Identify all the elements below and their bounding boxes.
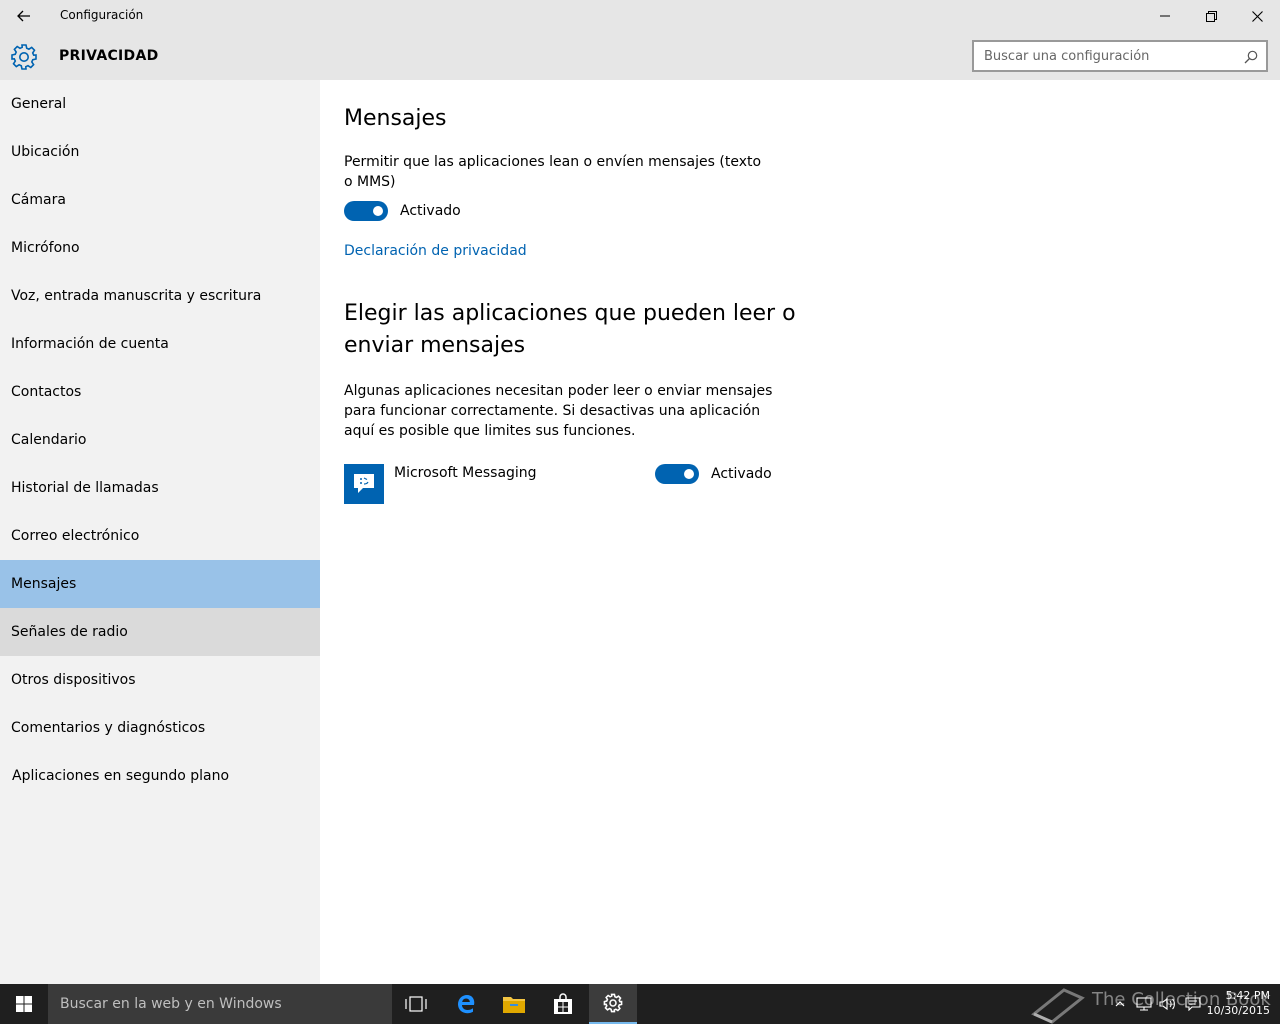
sidebar-item-label: General [11,96,67,112]
show-hidden-icons-button[interactable] [1112,984,1128,1024]
settings-taskbar-button[interactable] [589,984,637,1024]
sidebar-item-mensajes[interactable]: Mensajes [0,560,320,608]
sidebar-nav: General Ubicación Cámara Micrófono Voz, … [0,80,320,984]
search-input[interactable] [974,42,1234,70]
speaker-icon [1159,997,1175,1011]
sidebar-item-label: Contactos [11,384,82,400]
apps-heading: Elegir las aplicaciones que pueden leer … [344,301,796,358]
app-name: Microsoft Messaging [394,465,537,481]
sidebar-item-label: Correo electrónico [11,528,140,544]
edge-icon [458,995,475,1014]
close-button[interactable] [1234,0,1280,32]
windows-logo-icon [16,996,32,1012]
close-icon [1251,10,1263,22]
main-content: Mensajes Permitir que las aplicaciones l… [320,80,1280,984]
sidebar-item-label: Señales de radio [11,624,128,640]
taskbar-search-text: Buscar en la web y en Windows [60,996,282,1012]
sidebar-item-contactos[interactable]: Contactos [0,368,320,416]
sidebar-item-label: Historial de llamadas [11,480,159,496]
start-button[interactable] [0,984,48,1024]
sidebar-item-informacion-cuenta[interactable]: Información de cuenta [0,320,320,368]
back-button[interactable] [0,0,48,32]
toggle-knob [684,469,694,479]
sidebar-item-label: Cámara [11,192,66,208]
sidebar-item-senales-radio[interactable]: Señales de radio [0,608,320,656]
network-button[interactable] [1134,984,1154,1024]
messaging-app-icon [344,464,384,504]
clock-date: 10/30/2015 [1206,1004,1270,1017]
sidebar-item-label: Voz, entrada manuscrita y escritura [11,288,262,304]
page-title: Mensajes [344,106,447,131]
store-bag-icon [554,993,572,1014]
notification-icon [1185,997,1201,1011]
sidebar-item-label: Otros dispositivos [11,672,136,688]
toggle-state-label: Activado [400,203,461,219]
sidebar-item-comentarios[interactable]: Comentarios y diagnósticos [0,704,320,752]
sidebar-item-correo[interactable]: Correo electrónico [0,512,320,560]
task-view-button[interactable] [392,984,440,1024]
gear-icon [11,44,37,70]
task-view-icon [405,996,427,1012]
search-icon[interactable] [1244,50,1258,64]
clock-time: 5:42 PM [1225,989,1270,1002]
sidebar-item-label: Calendario [11,432,87,448]
network-icon [1136,997,1152,1011]
app-toggle-state-label: Activado [711,466,772,482]
restore-button[interactable] [1188,0,1234,32]
sidebar-item-voz[interactable]: Voz, entrada manuscrita y escritura [0,272,320,320]
back-arrow-icon [17,10,30,22]
gear-icon [603,993,623,1013]
sidebar-item-microfono[interactable]: Micrófono [0,224,320,272]
sidebar-item-label: Información de cuenta [11,336,169,352]
file-explorer-button[interactable] [490,984,538,1024]
messages-toggle[interactable] [344,201,388,221]
sidebar-item-ubicacion[interactable]: Ubicación [0,128,320,176]
privacy-statement-link[interactable]: Declaración de privacidad [344,243,527,259]
title-bar: Configuración [0,0,1280,32]
store-button[interactable] [539,984,587,1024]
window-title: Configuración [60,8,144,22]
sidebar-item-label: Ubicación [11,144,80,160]
sidebar-item-historial-llamadas[interactable]: Historial de llamadas [0,464,320,512]
sidebar-item-camara[interactable]: Cámara [0,176,320,224]
book-logo-icon [1031,988,1085,1024]
clock[interactable]: 5:42 PM 10/30/2015 [1207,988,1270,1018]
volume-button[interactable] [1158,984,1178,1024]
sidebar-item-segundo-plano[interactable]: Aplicaciones en segundo plano [0,752,320,800]
message-bubble-icon [354,474,374,493]
minimize-icon [1160,15,1170,17]
sidebar-item-label: Micrófono [11,240,80,256]
action-center-button[interactable] [1183,984,1203,1024]
minimize-button[interactable] [1142,0,1188,32]
restore-icon [1205,10,1217,22]
folder-icon [503,997,525,1013]
sidebar-item-label: Mensajes [11,576,77,592]
settings-search[interactable] [972,40,1268,72]
edge-button[interactable] [442,984,490,1024]
chevron-up-icon [1115,1001,1125,1007]
sidebar-item-otros-dispositivos[interactable]: Otros dispositivos [0,656,320,704]
sidebar-item-calendario[interactable]: Calendario [0,416,320,464]
sidebar-item-general[interactable]: General [0,80,320,128]
toggle-knob [373,206,383,216]
settings-header: PRIVACIDAD [0,32,1280,80]
permission-description: Permitir que las aplicaciones lean o env… [344,154,762,190]
taskbar: Buscar en la web y en Windows The Collec… [0,984,1280,1024]
taskbar-search[interactable]: Buscar en la web y en Windows [48,984,392,1024]
sidebar-item-label: Aplicaciones en segundo plano [12,768,230,784]
apps-description: Algunas aplicaciones necesitan poder lee… [344,383,773,439]
sidebar-item-label: Comentarios y diagnósticos [11,720,206,736]
section-title: PRIVACIDAD [59,48,159,64]
app-messaging-toggle[interactable] [655,464,699,484]
